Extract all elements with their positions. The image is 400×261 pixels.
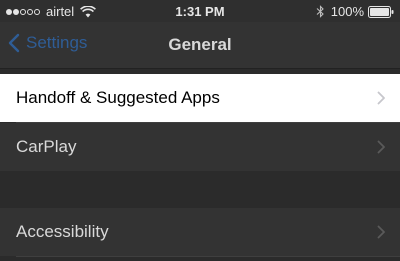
list-item-accessibility[interactable]: Accessibility [0, 208, 400, 256]
battery-icon [368, 5, 394, 18]
chevron-right-icon [377, 225, 385, 239]
battery-percentage: 100% [330, 4, 364, 19]
chevron-right-icon [377, 140, 385, 154]
list-item-label: Accessibility [16, 222, 109, 241]
list-item-label: CarPlay [16, 137, 77, 156]
list-item-carplay[interactable]: CarPlay [0, 123, 400, 171]
bluetooth-icon [316, 5, 325, 18]
status-bar-right: 100% [316, 4, 394, 19]
navigation-bar: Settings General [0, 22, 400, 69]
status-bar: airtel 1:31 PM 100% [0, 0, 400, 22]
row-separator [16, 256, 400, 257]
page-title: General [168, 35, 232, 54]
list-item-label: Handoff & Suggested Apps [16, 88, 220, 107]
section-gap [0, 171, 400, 208]
list-item-handoff[interactable]: Handoff & Suggested Apps [0, 74, 400, 122]
chevron-right-icon [377, 91, 385, 105]
